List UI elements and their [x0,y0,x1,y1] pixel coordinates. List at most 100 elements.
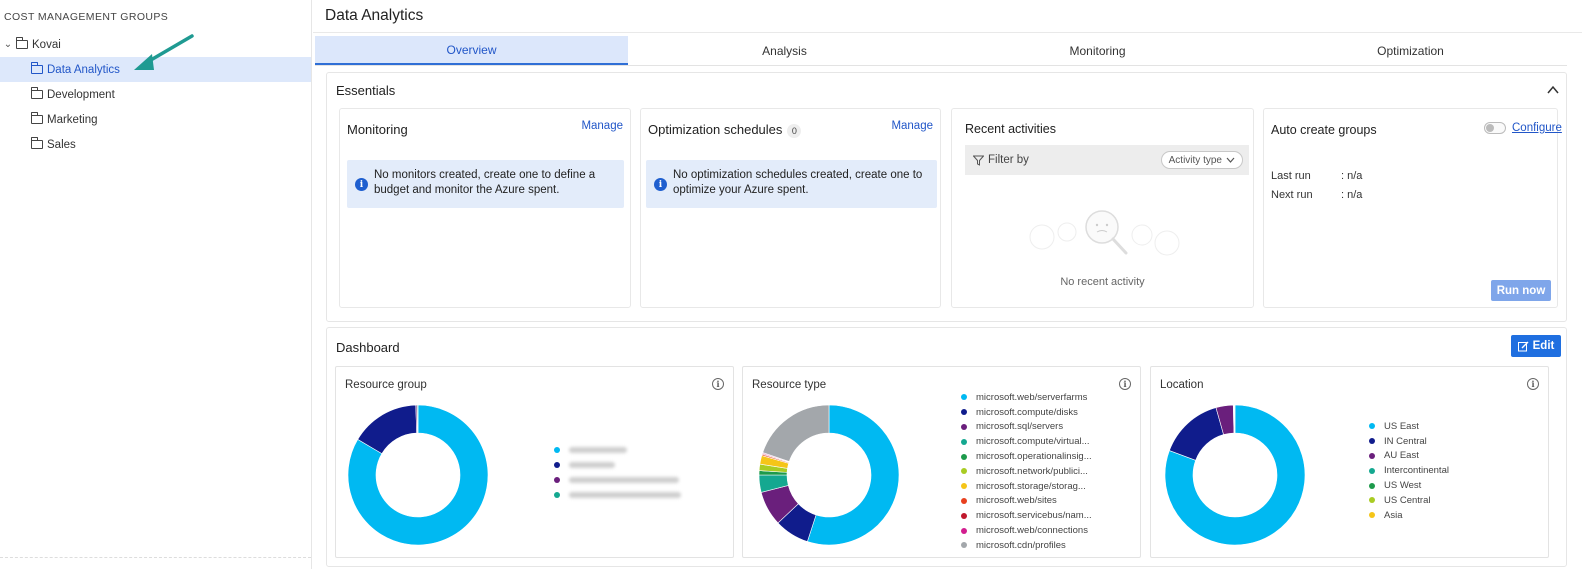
tree-item-label: Marketing [47,113,98,126]
legend-label: Intercontinental [1384,465,1449,477]
auto-create-groups-card: Auto create groups Configure Last run: n… [1263,108,1562,308]
legend-label: microsoft.network/publici... [976,465,1088,477]
legend-item[interactable] [554,473,681,488]
tab-analysis[interactable]: Analysis [628,36,941,65]
legend-item[interactable]: microsoft.network/publici... [961,464,1092,479]
legend-item[interactable]: microsoft.web/serverfarms [961,390,1092,405]
legend-item[interactable]: microsoft.compute/disks [961,405,1092,420]
tree-item-label: Sales [47,138,76,151]
legend-item[interactable]: US West [1369,478,1449,493]
activity-filter-bar: Filter by Activity type [965,145,1249,175]
legend-dot-icon [554,476,560,483]
optimization-manage-link[interactable]: Manage [891,120,933,132]
legend-dot-icon [554,462,560,469]
tab-bar: Overview Analysis Monitoring Optimizatio… [315,36,1567,66]
chevron-up-icon[interactable] [1546,83,1560,97]
resource-group-legend [554,443,681,502]
legend-dot-icon [554,491,560,498]
legend-dot-icon [1369,497,1375,504]
legend-dot-icon [961,542,967,549]
legend-label: microsoft.web/sites [976,495,1057,507]
header-divider [313,32,1582,33]
legend-item[interactable]: AU East [1369,449,1449,464]
essentials-title: Essentials [336,83,396,98]
legend-label: Asia [1384,509,1403,521]
legend-item[interactable] [554,487,681,502]
info-icon[interactable]: i [712,378,724,390]
location-legend: US East IN Central AU East Intercontinental… [1369,419,1449,523]
legend-label: microsoft.web/connections [976,525,1088,537]
legend-label: US Central [1384,494,1431,506]
legend-label-redacted [569,447,627,454]
legend-item[interactable] [554,443,681,458]
legend-item[interactable]: microsoft.servicebus/nam... [961,508,1092,523]
legend-dot-icon [961,438,967,445]
chevron-down-icon [1226,157,1235,163]
legend-label: US West [1384,480,1422,492]
donut-slice[interactable] [762,404,830,462]
legend-dot-icon [961,497,967,504]
legend-dot-icon [961,483,967,490]
legend-item[interactable]: microsoft.web/connections [961,523,1092,538]
info-icon[interactable]: i [1119,378,1131,390]
tab-overview[interactable]: Overview [315,36,628,65]
filter-label: Filter by [988,154,1029,166]
no-activity-text: No recent activity [1060,276,1145,288]
page-title: Data Analytics [325,7,424,24]
legend-item[interactable]: Asia [1369,508,1449,523]
legend-label: microsoft.cdn/profiles [976,539,1066,551]
edit-button[interactable]: Edit [1511,335,1561,357]
donut-slice[interactable] [1169,407,1224,461]
donut-slice[interactable] [416,404,419,434]
activity-type-select[interactable]: Activity type [1160,151,1243,169]
legend-label: microsoft.compute/virtual... [976,436,1090,448]
legend-dot-icon [1369,482,1375,489]
monitoring-manage-link[interactable]: Manage [581,120,623,132]
optimization-title-text: Optimization schedules [648,122,783,137]
tab-monitoring[interactable]: Monitoring [941,36,1254,65]
chevron-down-icon[interactable]: ⌄ [3,39,13,50]
tree-item-development[interactable]: Development [0,82,311,107]
resource-type-legend: microsoft.web/serverfarms microsoft.compu… [961,390,1092,553]
last-run-value: : n/a [1341,170,1363,182]
optimization-info-box: i No optimization schedules created, cre… [646,160,937,208]
run-now-button[interactable]: Run now [1491,280,1551,301]
legend-label: microsoft.compute/disks [976,406,1078,418]
folder-icon [31,112,43,124]
legend-item[interactable]: microsoft.sql/servers [961,420,1092,435]
legend-label: microsoft.storage/storag... [976,480,1086,492]
annotation-arrow-icon [134,34,194,70]
monitoring-info-box: i No monitors created, create one to def… [347,160,624,208]
next-run-label: Next run [1271,189,1313,201]
resource-group-widget: Resource group i [335,366,734,558]
legend-item[interactable]: microsoft.storage/storag... [961,479,1092,494]
tab-optimization[interactable]: Optimization [1254,36,1567,65]
legend-item[interactable]: Intercontinental [1369,463,1449,478]
dashboard-title: Dashboard [336,340,400,355]
optimization-info-text: No optimization schedules created, creat… [673,169,923,196]
legend-item[interactable]: IN Central [1369,434,1449,449]
edit-icon [1517,341,1529,351]
legend-item[interactable]: microsoft.compute/virtual... [961,434,1092,449]
legend-label-redacted [569,476,679,483]
info-icon[interactable]: i [1527,378,1539,390]
resource-type-donut [758,404,900,546]
legend-item[interactable]: US East [1369,419,1449,434]
configure-link[interactable]: Configure [1512,122,1562,134]
legend-item[interactable]: microsoft.operationalinsig... [961,449,1092,464]
legend-item[interactable]: microsoft.cdn/profiles [961,538,1092,553]
tree-item-label: Data Analytics [47,63,120,76]
legend-item[interactable]: US Central [1369,493,1449,508]
tree-item-marketing[interactable]: Marketing [0,107,311,132]
widget-title: Resource group [345,379,427,391]
filter-icon [973,155,984,166]
tree-item-sales[interactable]: Sales [0,132,311,157]
legend-dot-icon [961,394,967,401]
legend-label: microsoft.servicebus/nam... [976,510,1092,522]
legend-item[interactable]: microsoft.web/sites [961,494,1092,509]
folder-icon [31,62,43,74]
legend-item[interactable] [554,458,681,473]
location-donut [1164,404,1306,546]
auto-create-toggle[interactable] [1484,122,1506,134]
legend-dot-icon [961,453,967,460]
